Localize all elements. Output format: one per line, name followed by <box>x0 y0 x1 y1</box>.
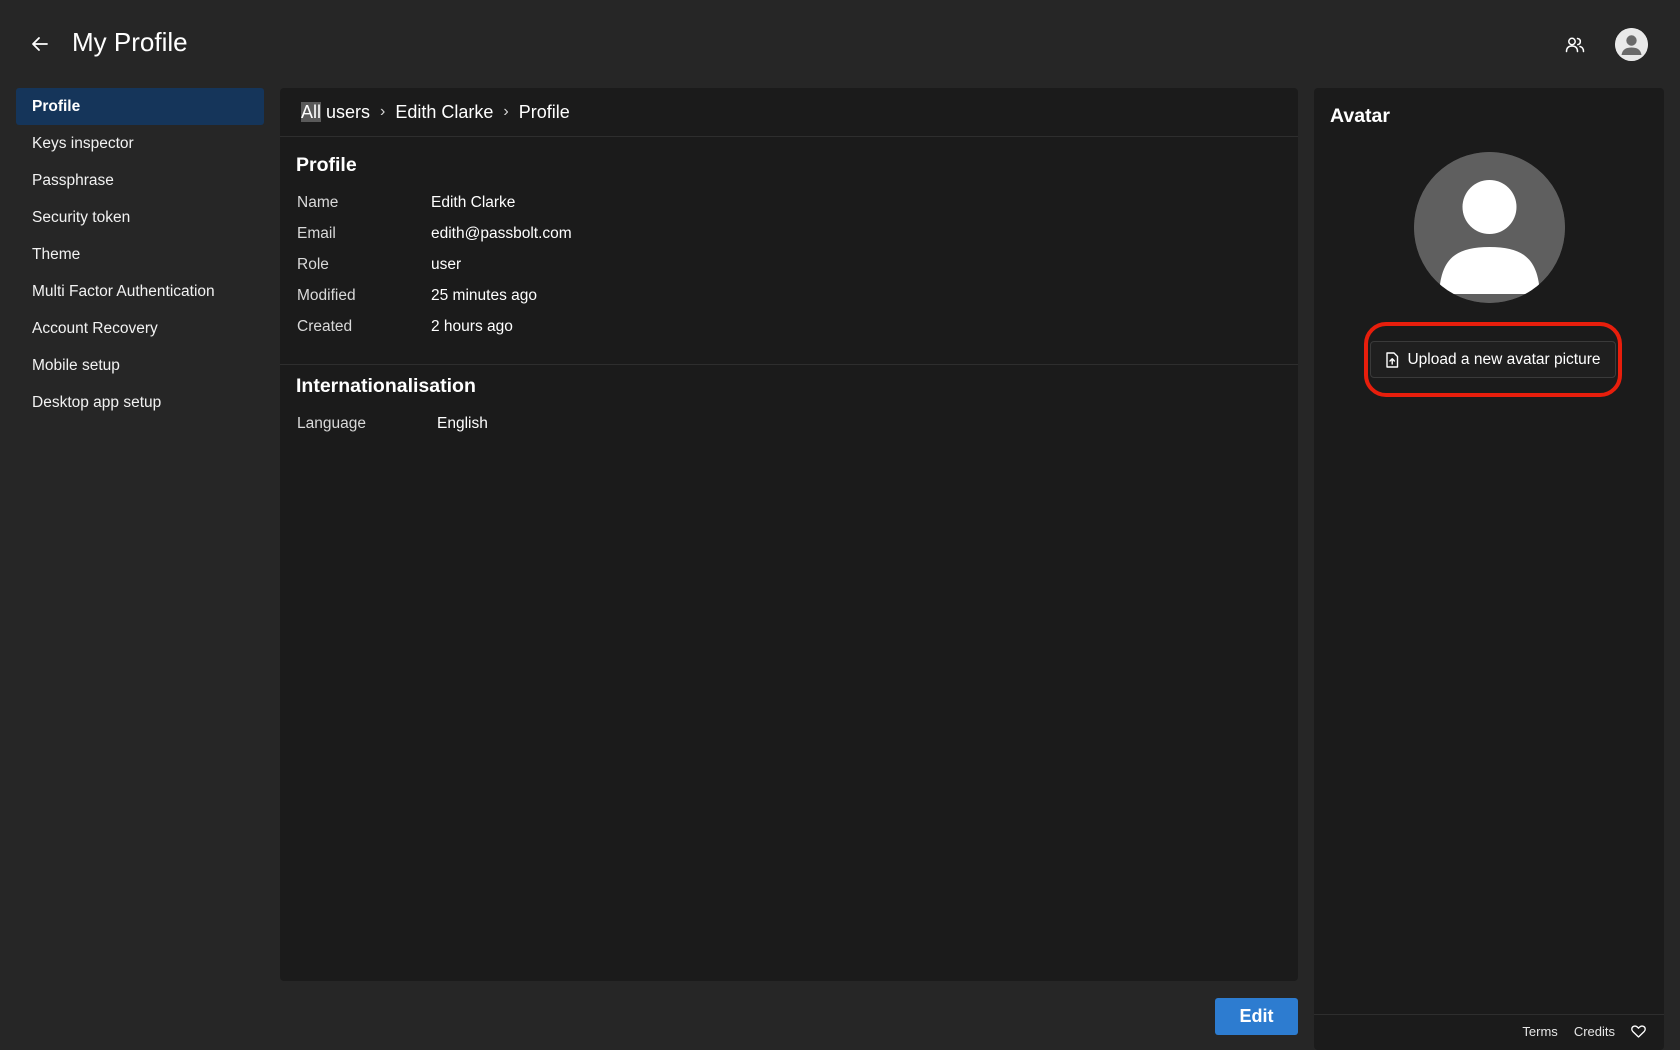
users-button[interactable] <box>1562 32 1588 58</box>
internationalisation-section-title: Internationalisation <box>296 375 476 397</box>
sidebar-item-theme[interactable]: Theme <box>16 236 264 273</box>
breadcrumb-profile[interactable]: Profile <box>519 102 570 123</box>
breadcrumb-all-rest: users <box>321 101 371 122</box>
breadcrumb-separator: › <box>503 103 509 120</box>
profile-section: Profile Name Edith Clarke Email edith@pa… <box>280 137 1298 365</box>
heart-icon[interactable] <box>1631 1025 1646 1038</box>
avatar-panel: Avatar Upload a new avatar picture Terms… <box>1314 88 1664 1050</box>
field-label: Role <box>297 255 329 273</box>
breadcrumb: All users › Edith Clarke › Profile <box>280 88 1298 137</box>
language-value: English <box>437 414 488 432</box>
user-avatar-large-icon <box>1414 152 1565 303</box>
edit-button[interactable]: Edit <box>1215 998 1298 1035</box>
field-label: Name <box>297 193 339 211</box>
page-title: My Profile <box>72 27 188 57</box>
sidebar-item-profile[interactable]: Profile <box>16 88 264 125</box>
field-value: Edith Clarke <box>431 193 516 211</box>
language-field: Language English <box>280 408 1298 439</box>
field-value: 2 hours ago <box>431 317 513 335</box>
profile-field-role: Role user <box>280 249 1298 280</box>
upload-avatar-label: Upload a new avatar picture <box>1407 350 1601 368</box>
internationalisation-section: Internationalisation Language English <box>280 365 1298 439</box>
sidebar-item-security-token[interactable]: Security token <box>16 199 264 236</box>
file-upload-icon <box>1386 351 1399 368</box>
upload-avatar-button[interactable]: Upload a new avatar picture <box>1370 341 1616 378</box>
sidebar-item-mobile-setup[interactable]: Mobile setup <box>16 347 264 384</box>
credits-link[interactable]: Credits <box>1574 1024 1615 1039</box>
profile-field-created: Created 2 hours ago <box>280 311 1298 342</box>
breadcrumb-user[interactable]: Edith Clarke <box>395 102 493 123</box>
avatar <box>1414 152 1565 303</box>
field-value: 25 minutes ago <box>431 286 537 304</box>
profile-field-email: Email edith@passbolt.com <box>280 218 1298 249</box>
breadcrumb-separator: › <box>380 103 386 120</box>
field-label: Language <box>297 414 366 432</box>
sidebar-item-account-recovery[interactable]: Account Recovery <box>16 310 264 347</box>
user-avatar-button[interactable] <box>1615 28 1648 61</box>
footer-divider <box>1314 1014 1664 1015</box>
profile-field-modified: Modified 25 minutes ago <box>280 280 1298 311</box>
profile-field-name: Name Edith Clarke <box>280 187 1298 218</box>
footer-links: Terms Credits <box>1522 1024 1646 1039</box>
sidebar-item-passphrase[interactable]: Passphrase <box>16 162 264 199</box>
field-label: Email <box>297 224 336 242</box>
users-icon <box>1565 37 1585 53</box>
back-button[interactable] <box>27 31 53 57</box>
terms-link[interactable]: Terms <box>1522 1024 1557 1039</box>
settings-sidebar: Profile Keys inspector Passphrase Securi… <box>16 88 264 421</box>
sidebar-item-keys-inspector[interactable]: Keys inspector <box>16 125 264 162</box>
breadcrumb-all-users[interactable]: All users <box>301 101 371 123</box>
avatar-panel-title: Avatar <box>1330 105 1390 127</box>
profile-section-title: Profile <box>296 154 357 176</box>
sidebar-item-desktop-app-setup[interactable]: Desktop app setup <box>16 384 264 421</box>
breadcrumb-all-highlight: All <box>301 101 322 122</box>
sidebar-item-mfa[interactable]: Multi Factor Authentication <box>16 273 264 310</box>
top-bar: My Profile <box>0 0 1680 88</box>
field-value: user <box>431 255 462 273</box>
user-avatar-icon <box>1615 28 1648 61</box>
field-label: Created <box>297 317 353 335</box>
field-label: Modified <box>297 286 356 304</box>
profile-panel: All users › Edith Clarke › Profile Profi… <box>280 88 1298 981</box>
arrow-left-icon <box>32 37 48 51</box>
field-value: edith@passbolt.com <box>431 224 572 242</box>
